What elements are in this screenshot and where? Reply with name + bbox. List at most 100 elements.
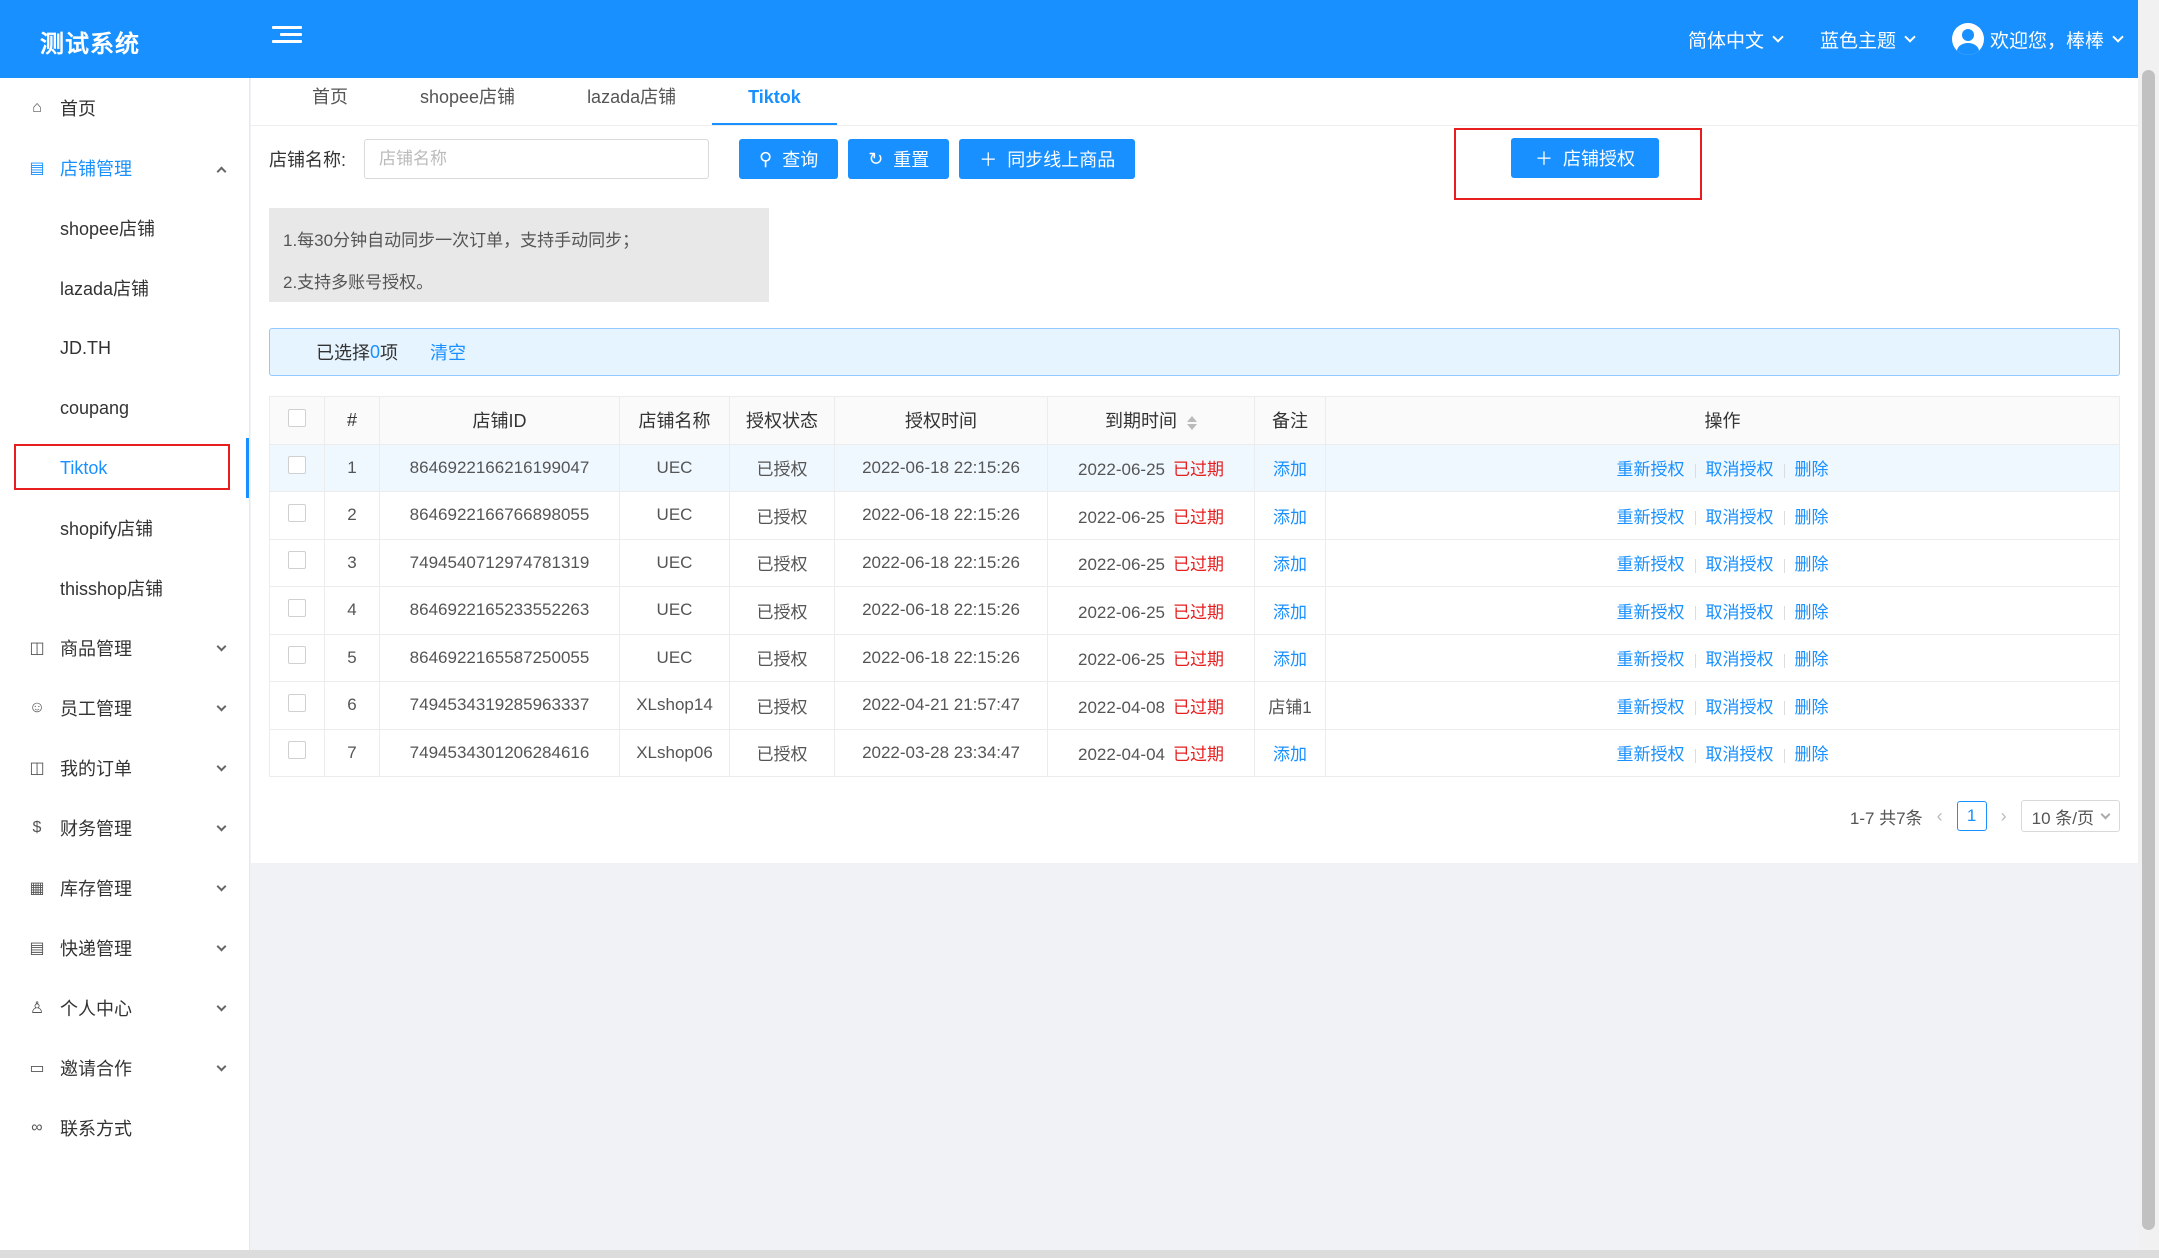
cancel-auth-link[interactable]: 取消授权 bbox=[1706, 603, 1774, 622]
table-row: 1 8646922166216199047 UEC 已授权 2022-06-18 22:… bbox=[269, 443, 2120, 492]
sidebar-item-invite[interactable]: ▭ 邀请合作 bbox=[0, 1038, 249, 1098]
sidebar-subitem-shopify[interactable]: shopify店铺 bbox=[0, 498, 249, 558]
delete-link[interactable]: 删除 bbox=[1795, 745, 1829, 764]
query-button[interactable]: ⚲ 查询 bbox=[739, 139, 839, 179]
add-remark-link[interactable]: 添加 bbox=[1273, 745, 1307, 764]
store-name-input[interactable] bbox=[364, 139, 710, 179]
delete-link[interactable]: 删除 bbox=[1795, 508, 1829, 527]
row-checkbox[interactable] bbox=[288, 741, 306, 760]
sidebar-item-profile[interactable]: ♙ 个人中心 bbox=[0, 978, 249, 1038]
page-number[interactable]: 1 bbox=[1956, 801, 1987, 831]
language-dropdown[interactable]: 简体中文 bbox=[1688, 26, 1784, 53]
expire-cell: 2022-04-08 已过期 bbox=[1047, 681, 1255, 730]
delete-link[interactable]: 删除 bbox=[1795, 650, 1829, 669]
sidebar-subitem-lazada[interactable]: lazada店铺 bbox=[0, 258, 249, 318]
page-size-select[interactable]: 10 条/页 bbox=[2020, 800, 2120, 832]
theme-dropdown[interactable]: 蓝色主题 bbox=[1820, 26, 1916, 53]
reauthorize-link[interactable]: 重新授权 bbox=[1617, 650, 1685, 669]
add-remark-link[interactable]: 添加 bbox=[1273, 555, 1307, 574]
cancel-auth-link[interactable]: 取消授权 bbox=[1706, 508, 1774, 527]
store-id: 7494540712974781319 bbox=[379, 538, 620, 587]
sidebar-item-products[interactable]: ◫ 商品管理 bbox=[0, 618, 249, 678]
cancel-auth-link[interactable]: 取消授权 bbox=[1706, 555, 1774, 574]
user-dropdown[interactable]: 欢迎您，棒棒 bbox=[1951, 23, 2124, 55]
next-page-icon[interactable]: › bbox=[2001, 806, 2007, 827]
reauthorize-link[interactable]: 重新授权 bbox=[1617, 555, 1685, 574]
tab-home[interactable]: 首页 bbox=[276, 79, 384, 125]
sidebar-subitem-shopee[interactable]: shopee店铺 bbox=[0, 198, 249, 258]
row-checkbox[interactable] bbox=[288, 598, 306, 617]
clear-selection-link[interactable]: 清空 bbox=[430, 339, 466, 365]
sidebar-item-express[interactable]: ▤ 快递管理 bbox=[0, 918, 249, 978]
chevron-up-icon bbox=[216, 166, 227, 177]
row-checkbox[interactable] bbox=[288, 693, 306, 712]
add-remark-link[interactable]: 添加 bbox=[1273, 460, 1307, 479]
auth-time: 2022-06-18 22:15:26 bbox=[834, 443, 1048, 492]
select-all-checkbox[interactable] bbox=[288, 408, 306, 427]
sidebar-subitem-coupang[interactable]: coupang bbox=[0, 378, 249, 438]
row-checkbox[interactable] bbox=[288, 646, 306, 665]
cancel-auth-link[interactable]: 取消授权 bbox=[1706, 460, 1774, 479]
delete-link[interactable]: 删除 bbox=[1795, 603, 1829, 622]
cancel-auth-link[interactable]: 取消授权 bbox=[1706, 698, 1774, 717]
reauthorize-link[interactable]: 重新授权 bbox=[1617, 603, 1685, 622]
sidebar-item-home[interactable]: ⌂ 首页 bbox=[0, 78, 249, 138]
actions-cell: 重新授权 取消授权 删除 bbox=[1325, 443, 2120, 492]
tab-tiktok[interactable]: Tiktok bbox=[712, 79, 837, 125]
chevron-down-icon bbox=[1772, 31, 1784, 43]
add-remark-link[interactable]: 添加 bbox=[1273, 603, 1307, 622]
store-name: UEC bbox=[619, 443, 730, 492]
sidebar-subitem-thisshop[interactable]: thisshop店铺 bbox=[0, 558, 249, 618]
sidebar-item-orders[interactable]: ◫ 我的订单 bbox=[0, 738, 249, 798]
sidebar-item-staff[interactable]: ☺ 员工管理 bbox=[0, 678, 249, 738]
sidebar-subitem-jdth[interactable]: JD.TH bbox=[0, 318, 249, 378]
reauthorize-link[interactable]: 重新授权 bbox=[1617, 508, 1685, 527]
auth-time: 2022-04-21 21:57:47 bbox=[834, 681, 1048, 730]
store-name: UEC bbox=[619, 538, 730, 587]
auth-status: 已授权 bbox=[729, 443, 835, 492]
sidebar-item-inventory[interactable]: ▦ 库存管理 bbox=[0, 858, 249, 918]
cancel-auth-link[interactable]: 取消授权 bbox=[1706, 650, 1774, 669]
remark-cell: 添加 bbox=[1254, 633, 1326, 682]
table-row: 3 7494540712974781319 UEC 已授权 2022-06-18 22:… bbox=[269, 538, 2120, 587]
reauthorize-link[interactable]: 重新授权 bbox=[1617, 460, 1685, 479]
link-icon: ∞ bbox=[31, 1119, 43, 1136]
reset-button[interactable]: ↻ 重置 bbox=[848, 139, 950, 179]
vertical-scrollbar[interactable] bbox=[2138, 0, 2159, 1250]
sidebar-item-contact[interactable]: ∞ 联系方式 bbox=[0, 1098, 249, 1158]
column-header-sortable[interactable]: 到期时间 bbox=[1047, 396, 1255, 445]
row-checkbox[interactable] bbox=[288, 551, 306, 570]
expired-badge: 已过期 bbox=[1172, 555, 1224, 575]
user-icon: ♙ bbox=[29, 1000, 45, 1017]
store-authorize-button[interactable]: ＋ 店铺授权 bbox=[1511, 138, 1659, 178]
sidebar-subitem-tiktok[interactable]: Tiktok bbox=[0, 438, 249, 498]
sidebar-item-store-management[interactable]: ▤ 店铺管理 bbox=[0, 138, 249, 198]
sort-icon[interactable] bbox=[1187, 415, 1197, 430]
scrollbar-thumb[interactable] bbox=[2142, 70, 2155, 1230]
reauthorize-link[interactable]: 重新授权 bbox=[1617, 745, 1685, 764]
auth-status: 已授权 bbox=[729, 491, 835, 540]
reauthorize-link[interactable]: 重新授权 bbox=[1617, 698, 1685, 717]
table-body: 1 8646922166216199047 UEC 已授权 2022-06-18 22:… bbox=[269, 443, 2120, 777]
cancel-auth-link[interactable]: 取消授权 bbox=[1706, 745, 1774, 764]
table-header-row: # 店铺ID 店铺名称 授权状态 授权时间 到期时间 备注 操作 bbox=[269, 396, 2120, 445]
delete-link[interactable]: 删除 bbox=[1795, 555, 1829, 574]
tab-shopee[interactable]: shopee店铺 bbox=[384, 79, 551, 125]
select-all-cell bbox=[269, 396, 325, 445]
expire-date: 2022-06-25 bbox=[1078, 555, 1165, 575]
row-checkbox[interactable] bbox=[288, 456, 306, 475]
add-remark-link[interactable]: 添加 bbox=[1273, 508, 1307, 527]
tab-lazada[interactable]: lazada店铺 bbox=[551, 79, 712, 125]
expire-date: 2022-04-04 bbox=[1078, 745, 1165, 765]
sidebar-item-finance[interactable]: $ 财务管理 bbox=[0, 798, 249, 858]
horizontal-scrollbar[interactable] bbox=[0, 1250, 2159, 1258]
prev-page-icon[interactable]: ‹ bbox=[1937, 806, 1943, 827]
delete-link[interactable]: 删除 bbox=[1795, 698, 1829, 717]
team-icon: ☺ bbox=[28, 699, 46, 716]
row-checkbox[interactable] bbox=[288, 503, 306, 522]
menu-fold-icon[interactable] bbox=[272, 22, 302, 52]
add-remark-link[interactable]: 添加 bbox=[1273, 650, 1307, 669]
delete-link[interactable]: 删除 bbox=[1795, 460, 1829, 479]
table-icon: ▦ bbox=[29, 880, 45, 897]
sync-products-button[interactable]: ＋ 同步线上商品 bbox=[959, 139, 1136, 179]
